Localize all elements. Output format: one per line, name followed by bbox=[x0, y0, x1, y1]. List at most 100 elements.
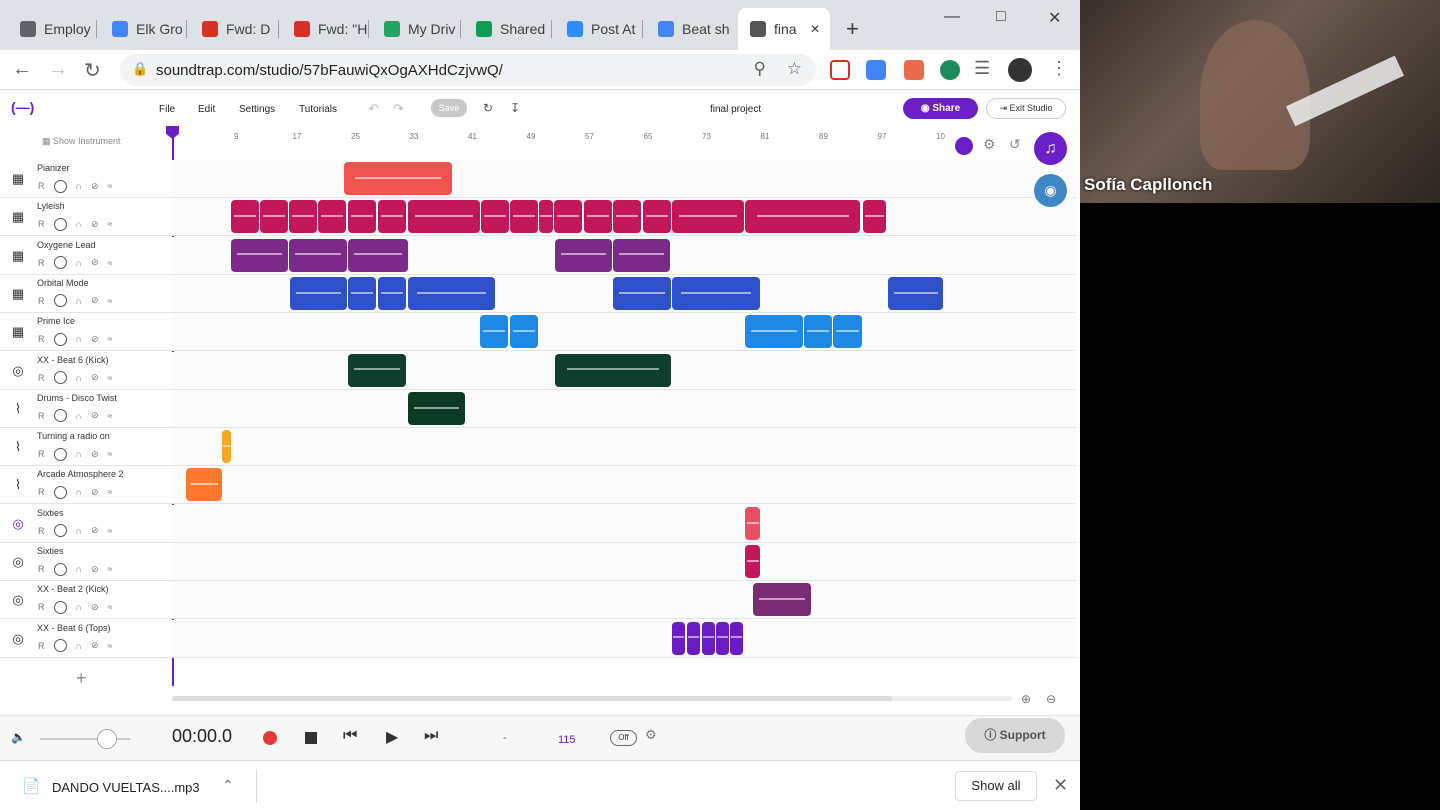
audio-region[interactable] bbox=[510, 200, 538, 234]
gear-icon[interactable]: ⚙ bbox=[983, 136, 996, 153]
tab-fina[interactable]: fina ✕ bbox=[738, 8, 830, 50]
audio-region[interactable] bbox=[344, 162, 452, 195]
record-arm-button[interactable]: R bbox=[38, 564, 45, 574]
effects-icon[interactable]: ≈ bbox=[108, 258, 113, 268]
audio-region[interactable] bbox=[186, 468, 222, 502]
audio-region[interactable] bbox=[753, 583, 811, 617]
track-lane[interactable] bbox=[172, 389, 1076, 428]
effects-icon[interactable]: ≈ bbox=[108, 564, 113, 574]
effects-icon[interactable]: ≈ bbox=[108, 449, 113, 459]
download-filename[interactable]: DANDO VUELTAS....mp3 bbox=[52, 780, 200, 795]
music-note-icon[interactable]: ♫ bbox=[1034, 132, 1067, 165]
menu-tutorials[interactable]: Tutorials bbox=[299, 104, 337, 115]
exit-studio-button[interactable]: ⇥ Exit Studio bbox=[986, 98, 1066, 119]
track-name[interactable]: Drums - Disco Twist bbox=[37, 393, 117, 403]
headphones-icon[interactable]: ∩ bbox=[76, 641, 82, 651]
headphones-icon[interactable]: ∩ bbox=[76, 602, 82, 612]
headphones-icon[interactable]: ∩ bbox=[76, 526, 82, 536]
track-lane[interactable] bbox=[172, 313, 1076, 352]
volume-knob[interactable] bbox=[53, 371, 67, 384]
track-header[interactable]: ⌇ Arcade Atmosphere 2 R ∩ ⊘ ≈ bbox=[0, 466, 172, 505]
track-name[interactable]: Sixties bbox=[37, 546, 64, 556]
volume-knob[interactable] bbox=[53, 179, 67, 193]
record-arm-button[interactable]: R bbox=[38, 641, 45, 651]
effects-icon[interactable]: ≈ bbox=[108, 411, 113, 421]
track-name[interactable]: Lyleish bbox=[37, 201, 65, 211]
audio-region[interactable] bbox=[584, 200, 612, 234]
audio-region[interactable] bbox=[378, 200, 406, 234]
effects-icon[interactable]: ≈ bbox=[108, 487, 113, 497]
mute-icon[interactable]: ⊘ bbox=[91, 257, 99, 268]
close-icon[interactable]: ✕ bbox=[1053, 775, 1068, 796]
show-instrument-toggle[interactable]: ▦ Show Instrument bbox=[42, 136, 121, 147]
track-name[interactable]: Oxygene Lead bbox=[37, 240, 96, 250]
fast-forward-icon[interactable]: ⏭ bbox=[424, 727, 438, 745]
headphones-icon[interactable]: ∩ bbox=[76, 258, 82, 268]
audio-region[interactable] bbox=[408, 276, 495, 310]
audio-region[interactable] bbox=[672, 621, 685, 655]
loops-icon[interactable] bbox=[955, 137, 973, 155]
tab-fwd-h[interactable]: Fwd: "H bbox=[282, 12, 372, 46]
track-header[interactable]: ⌇ Turning a radio on R ∩ ⊘ ≈ bbox=[0, 428, 172, 467]
mute-icon[interactable]: ⊘ bbox=[91, 602, 99, 613]
close-tab-icon[interactable]: ✕ bbox=[810, 22, 820, 36]
audio-region[interactable] bbox=[716, 621, 729, 655]
horizontal-scrollbar[interactable] bbox=[172, 696, 1012, 701]
effects-icon[interactable]: ≈ bbox=[108, 334, 113, 344]
audio-region[interactable] bbox=[480, 315, 508, 349]
track-name[interactable]: XX - Beat 2 (Kick) bbox=[37, 584, 109, 594]
headphones-icon[interactable]: ∩ bbox=[76, 373, 82, 383]
menu-edit[interactable]: Edit bbox=[198, 104, 215, 115]
menu-file[interactable]: File bbox=[159, 104, 175, 115]
audio-region[interactable] bbox=[290, 276, 347, 310]
mute-icon[interactable]: ⊘ bbox=[91, 334, 99, 345]
mute-icon[interactable]: ⊘ bbox=[91, 181, 99, 192]
share-button[interactable]: ◉ Share bbox=[903, 98, 978, 119]
audio-region[interactable] bbox=[408, 391, 465, 425]
volume-knob[interactable] bbox=[53, 332, 67, 346]
track-lane[interactable] bbox=[172, 504, 1076, 543]
menu-settings[interactable]: Settings bbox=[239, 104, 275, 115]
rotate-icon[interactable]: ↺ bbox=[1009, 136, 1021, 153]
track-name[interactable]: Orbital Mode bbox=[37, 278, 89, 288]
tab-shared[interactable]: Shared bbox=[464, 12, 554, 46]
audio-region[interactable] bbox=[745, 315, 803, 349]
track-header[interactable]: ▦ Pianizer R ∩ ⊘ ≈ bbox=[0, 160, 172, 198]
track-lane[interactable] bbox=[172, 619, 1076, 658]
avatar[interactable] bbox=[1008, 58, 1032, 82]
reload-icon[interactable]: ↻ bbox=[84, 58, 101, 83]
volume-slider-handle[interactable] bbox=[97, 729, 117, 749]
audio-region[interactable] bbox=[672, 200, 744, 234]
track-lane[interactable] bbox=[172, 466, 1076, 505]
track-lane[interactable] bbox=[172, 543, 1076, 581]
effects-icon[interactable]: ≈ bbox=[108, 181, 113, 191]
headphones-icon[interactable]: ∩ bbox=[76, 219, 82, 229]
headphones-icon[interactable]: ∩ bbox=[76, 564, 82, 574]
tab-beat-sh[interactable]: Beat sh bbox=[646, 12, 736, 46]
audio-region[interactable] bbox=[348, 238, 408, 272]
audio-region[interactable] bbox=[888, 276, 943, 310]
volume-knob[interactable] bbox=[53, 256, 67, 270]
track-name[interactable]: XX - Beat 6 (Tops) bbox=[37, 623, 111, 633]
redo-icon[interactable]: ↷ bbox=[393, 101, 404, 117]
record-arm-button[interactable]: R bbox=[38, 181, 45, 191]
play-icon[interactable]: ▶ bbox=[386, 727, 398, 747]
mute-icon[interactable]: ⊘ bbox=[91, 564, 99, 575]
record-arm-button[interactable]: R bbox=[38, 602, 45, 612]
audio-region[interactable] bbox=[863, 200, 886, 234]
extensions-puzzle-icon[interactable]: ☰ bbox=[974, 58, 990, 79]
track-lane[interactable] bbox=[172, 581, 1076, 620]
audio-region[interactable] bbox=[687, 621, 700, 655]
audio-region[interactable] bbox=[318, 200, 346, 234]
window-close-icon[interactable]: ✕ bbox=[1048, 8, 1061, 28]
audio-region[interactable] bbox=[348, 276, 376, 310]
record-arm-button[interactable]: R bbox=[38, 449, 45, 459]
download-icon[interactable]: ↧ bbox=[510, 101, 520, 115]
record-arm-button[interactable]: R bbox=[38, 526, 45, 536]
record-icon[interactable] bbox=[263, 731, 277, 745]
audio-region[interactable] bbox=[555, 238, 612, 272]
audio-region[interactable] bbox=[702, 621, 715, 655]
headphones-icon[interactable]: ∩ bbox=[76, 181, 82, 191]
url-bar[interactable]: 🔒 soundtrap.com/studio/57bFauwiQxOgAXHdC… bbox=[120, 54, 816, 86]
track-name[interactable]: Turning a radio on bbox=[37, 431, 110, 441]
